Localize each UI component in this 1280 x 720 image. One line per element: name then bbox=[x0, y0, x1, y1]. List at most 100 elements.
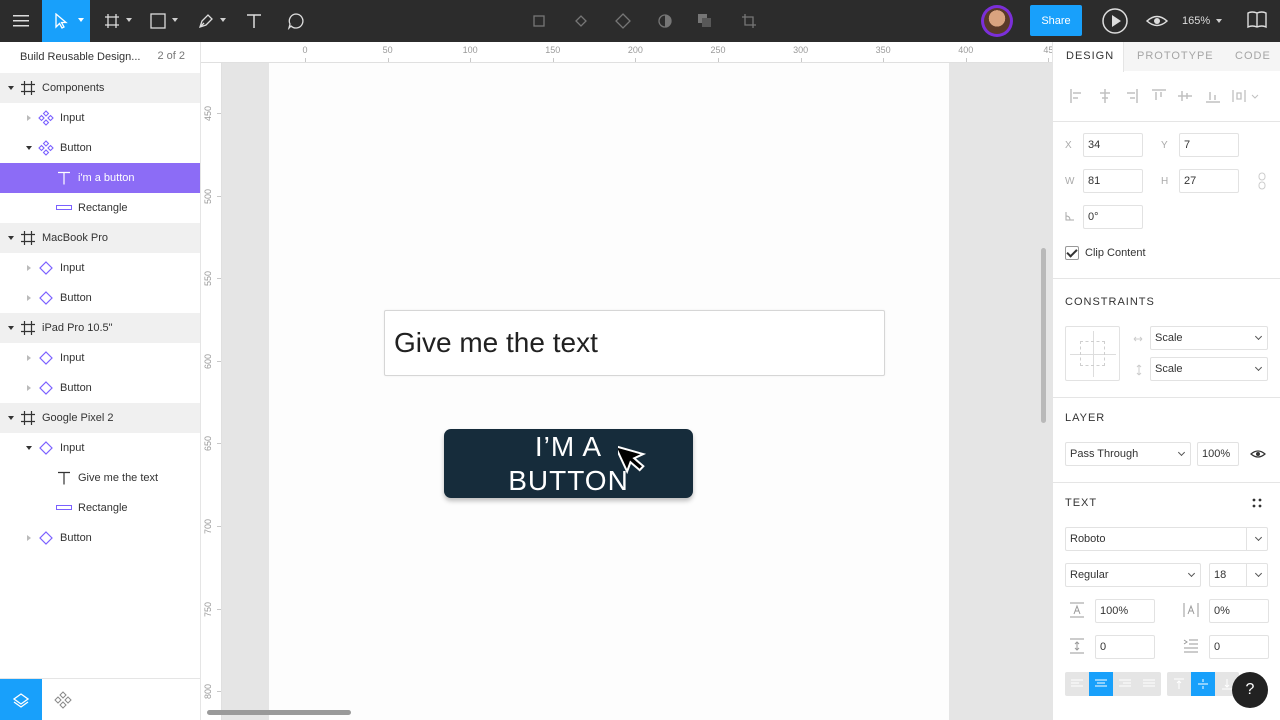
layer-row-instance[interactable]: Button bbox=[0, 373, 200, 403]
font-size-select[interactable]: 18 bbox=[1209, 563, 1268, 587]
tab-code[interactable]: CODE bbox=[1235, 50, 1271, 62]
chevron-right-icon[interactable] bbox=[27, 535, 31, 541]
layer-row-instance[interactable]: Button bbox=[0, 523, 200, 553]
text-tool-button[interactable] bbox=[236, 0, 272, 42]
zoom-control[interactable]: 165% bbox=[1182, 0, 1223, 42]
align-bottom-icon[interactable] bbox=[1205, 88, 1221, 104]
layer-row-instance[interactable]: Input bbox=[0, 253, 200, 283]
library-button[interactable] bbox=[1246, 10, 1270, 32]
chevron-down-icon[interactable] bbox=[26, 446, 32, 450]
layer-row-text[interactable]: i'm a button bbox=[0, 163, 200, 193]
user-avatar[interactable] bbox=[981, 5, 1013, 37]
horizontal-constraint-select[interactable]: Scale bbox=[1150, 326, 1268, 350]
button-component[interactable]: I’M A BUTTON bbox=[444, 429, 693, 498]
chevron-down-icon[interactable] bbox=[1251, 88, 1259, 104]
share-button[interactable]: Share bbox=[1030, 5, 1082, 36]
layer-row-frame[interactable]: iPad Pro 10.5" bbox=[0, 313, 200, 343]
layer-row-rectangle[interactable]: Rectangle bbox=[0, 193, 200, 223]
present-button[interactable] bbox=[1100, 6, 1130, 36]
align-text-middle-button[interactable] bbox=[1191, 672, 1215, 696]
width-input[interactable]: 81 bbox=[1083, 169, 1143, 193]
page-indicator[interactable]: 2 of 2 bbox=[157, 50, 185, 62]
paragraph-spacing-input[interactable]: 0 bbox=[1095, 635, 1155, 659]
chevron-right-icon[interactable] bbox=[27, 385, 31, 391]
align-right-icon[interactable] bbox=[1123, 88, 1139, 104]
opacity-input[interactable]: 100% bbox=[1197, 442, 1239, 466]
chevron-down-icon[interactable] bbox=[8, 86, 14, 90]
align-text-left-button[interactable] bbox=[1065, 672, 1089, 696]
chevron-down-icon[interactable] bbox=[8, 326, 14, 330]
layer-row-frame[interactable]: Components bbox=[0, 73, 200, 103]
input-component[interactable]: Give me the text bbox=[384, 310, 885, 376]
align-text-justify-button[interactable] bbox=[1137, 672, 1161, 696]
align-top-icon[interactable] bbox=[1151, 88, 1167, 104]
chevron-right-icon[interactable] bbox=[27, 295, 31, 301]
layer-row-instance[interactable]: Input bbox=[0, 433, 200, 463]
document-title[interactable]: Build Reusable Design... bbox=[20, 51, 140, 63]
layer-row-rectangle[interactable]: Rectangle bbox=[0, 493, 200, 523]
align-text-center-button[interactable] bbox=[1089, 672, 1113, 696]
crop-button[interactable] bbox=[728, 0, 770, 42]
align-left-icon[interactable] bbox=[1069, 88, 1085, 104]
tab-design[interactable]: DESIGN bbox=[1066, 50, 1114, 62]
layer-row-text[interactable]: Give me the text bbox=[0, 463, 200, 493]
align-text-right-button[interactable] bbox=[1113, 672, 1137, 696]
distribute-icon[interactable] bbox=[1231, 88, 1247, 104]
horizontal-ruler: 0 50 100 150 200 250 300 350 400 45 bbox=[201, 42, 1053, 63]
y-input[interactable]: 7 bbox=[1179, 133, 1239, 157]
input-text[interactable]: Give me the text bbox=[394, 327, 598, 359]
ruler-tick bbox=[387, 58, 389, 62]
create-component-button[interactable] bbox=[518, 0, 560, 42]
boolean-button[interactable] bbox=[602, 0, 644, 42]
frame-tool-button[interactable] bbox=[96, 0, 138, 42]
layer-row-component[interactable]: Input bbox=[0, 103, 200, 133]
move-tool-button[interactable] bbox=[42, 0, 90, 42]
layer-row-frame[interactable]: Google Pixel 2 bbox=[0, 403, 200, 433]
chevron-right-icon[interactable] bbox=[27, 355, 31, 361]
layer-row-instance[interactable]: Input bbox=[0, 343, 200, 373]
chevron-down-icon[interactable] bbox=[26, 146, 32, 150]
components-tab-button[interactable] bbox=[50, 679, 76, 720]
blend-mode-select[interactable]: Pass Through bbox=[1065, 442, 1191, 466]
artboard-frame[interactable] bbox=[269, 63, 949, 720]
constraints-widget[interactable] bbox=[1065, 326, 1120, 381]
rotation-input[interactable]: 0° bbox=[1083, 205, 1143, 229]
constrain-proportions-icon[interactable] bbox=[1257, 172, 1267, 190]
layer-row-instance[interactable]: Button bbox=[0, 283, 200, 313]
chevron-right-icon[interactable] bbox=[27, 265, 31, 271]
text-style-grid-icon[interactable] bbox=[1252, 498, 1262, 508]
mask-button[interactable] bbox=[644, 0, 686, 42]
layer-row-component[interactable]: Button bbox=[0, 133, 200, 163]
eye-icon[interactable] bbox=[1250, 448, 1266, 460]
chevron-right-icon[interactable] bbox=[27, 115, 31, 121]
letter-spacing-input[interactable]: 0% bbox=[1209, 599, 1269, 623]
font-family-select[interactable]: Roboto bbox=[1065, 527, 1268, 551]
font-weight-select[interactable]: Regular bbox=[1065, 563, 1201, 587]
clip-content-checkbox[interactable] bbox=[1065, 246, 1079, 260]
tab-prototype[interactable]: PROTOTYPE bbox=[1137, 50, 1214, 62]
shape-tool-button[interactable] bbox=[142, 0, 184, 42]
vertical-scrollbar[interactable] bbox=[1041, 248, 1046, 423]
chevron-down-icon[interactable] bbox=[8, 416, 14, 420]
detach-instance-button[interactable] bbox=[560, 0, 602, 42]
help-button[interactable]: ? bbox=[1232, 672, 1268, 708]
figma-app: Share 165% Build Reusable Design... 2 of… bbox=[0, 0, 1280, 720]
line-height-input[interactable]: 100% bbox=[1095, 599, 1155, 623]
pen-tool-button[interactable] bbox=[190, 0, 232, 42]
align-horizontal-center-icon[interactable] bbox=[1097, 88, 1113, 104]
paragraph-indent-input[interactable]: 0 bbox=[1209, 635, 1269, 659]
union-button[interactable] bbox=[686, 0, 728, 42]
align-text-top-button[interactable] bbox=[1167, 672, 1191, 696]
vertical-constraint-select[interactable]: Scale bbox=[1150, 357, 1268, 381]
horizontal-scrollbar[interactable] bbox=[207, 710, 351, 715]
comment-tool-button[interactable] bbox=[276, 0, 316, 42]
layer-row-frame[interactable]: MacBook Pro bbox=[0, 223, 200, 253]
height-input[interactable]: 27 bbox=[1179, 169, 1239, 193]
frame-icon bbox=[20, 410, 36, 426]
chevron-down-icon[interactable] bbox=[8, 236, 14, 240]
main-menu-button[interactable] bbox=[0, 0, 42, 42]
align-vertical-center-icon[interactable] bbox=[1177, 88, 1193, 104]
x-input[interactable]: 34 bbox=[1083, 133, 1143, 157]
view-settings-button[interactable] bbox=[1144, 10, 1170, 32]
layers-tab-button[interactable] bbox=[0, 679, 42, 720]
